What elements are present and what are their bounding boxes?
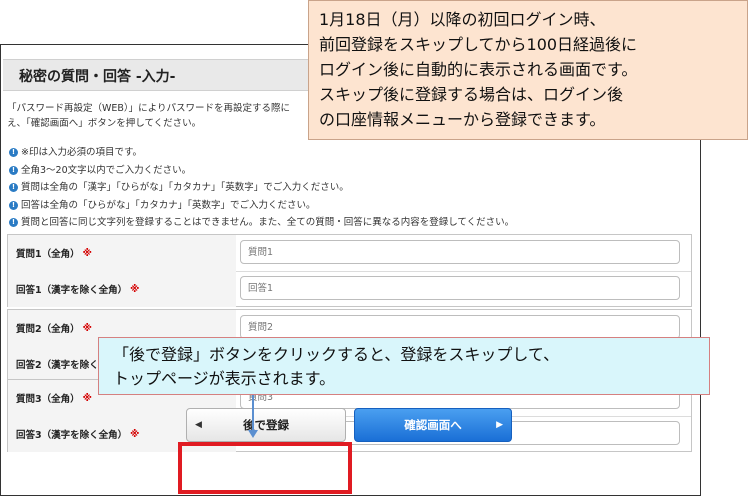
note-text: 質問は全角の「漢字」「ひらがな」「カタカナ」「英数字」でご入力ください。	[21, 182, 349, 193]
note-item: ! 全角3～20文字以内でご入力ください。	[9, 162, 514, 180]
question-1-label-text: 質問1（全角）	[16, 249, 80, 260]
triangle-right-icon: ▶	[496, 420, 503, 430]
required-mark: ※	[130, 428, 140, 440]
triangle-left-icon: ◀	[195, 420, 202, 430]
confirm-screen-button[interactable]: 確認画面へ ▶	[354, 408, 512, 442]
answer-1-label: 回答1（漢字を除く全角） ※	[8, 271, 236, 307]
info-circle-icon: !	[9, 183, 18, 193]
required-mark: ※	[130, 283, 140, 295]
intro-line-1: 「パスワード再設定（WEB）」によりパスワードを再設定する際に	[7, 103, 290, 114]
note-text: ※印は入力必須の項目です。	[21, 147, 143, 158]
answer-3-label-text: 回答3（漢字を除く全角）	[16, 430, 128, 441]
register-later-button[interactable]: ◀ 後で登録	[186, 408, 346, 442]
callout-top: 1月18日（月）以降の初回ログイン時、 前回登録をスキップしてから100日経過後…	[308, 0, 748, 140]
highlight-box	[178, 442, 352, 494]
note-item: ! 質問は全角の「漢字」「ひらがな」「カタカナ」「英数字」でご入力ください。	[9, 179, 514, 197]
answer-row-1: 回答1（漢字を除く全角） ※	[8, 271, 691, 307]
intro-line-2: え、「確認画面へ」ボタンを押してください。	[7, 118, 202, 129]
question-row-1: 質問1（全角） ※	[8, 235, 691, 272]
info-circle-icon: !	[9, 200, 18, 210]
answer-1-label-text: 回答1（漢字を除く全角）	[16, 285, 128, 296]
required-mark: ※	[82, 322, 92, 334]
note-item: ! 回答は全角の「ひらがな」「カタカナ」「英数字」でご入力ください。	[9, 197, 514, 215]
answer-1-input[interactable]	[240, 276, 680, 300]
notes-list: ! ※印は入力必須の項目です。 ! 全角3～20文字以内でご入力ください。 ! 質問は…	[9, 144, 514, 232]
note-text: 質問と回答に同じ文字列を登録することはできません。また、全ての質問・回答に異なる…	[21, 217, 515, 228]
required-mark: ※	[82, 247, 92, 259]
question-group-1: 質問1（全角）※ 回答1（漢字を除く全角）※	[7, 234, 692, 307]
page-title: 秘密の質問・回答 -入力-	[19, 69, 176, 85]
callout-arrow-line	[252, 395, 254, 433]
info-circle-icon: !	[9, 218, 18, 228]
intro-text: 「パスワード再設定（WEB）」によりパスワードを再設定する際に え、「確認画面へ…	[7, 101, 290, 131]
question-1-label: 質問1（全角） ※	[8, 235, 236, 271]
note-text: 全角3～20文字以内でご入力ください。	[21, 164, 192, 176]
question-2-input[interactable]	[240, 315, 680, 339]
info-circle-icon: !	[9, 165, 18, 175]
info-circle-icon: !	[9, 148, 18, 158]
required-mark: ※	[82, 392, 92, 404]
question-2-label-text: 質問2（全角）	[16, 324, 80, 335]
note-text: 回答は全角の「ひらがな」「カタカナ」「英数字」でご入力ください。	[21, 199, 316, 211]
note-item: ! ※印は入力必須の項目です。	[9, 144, 514, 162]
question-1-input[interactable]	[240, 240, 680, 264]
question-3-label-text: 質問3（全角）	[16, 394, 80, 405]
callout-arrow-head	[248, 430, 258, 438]
note-item: ! 質問と回答に同じ文字列を登録することはできません。また、全ての質問・回答に異な…	[9, 214, 514, 232]
callout-middle: 「後で登録」ボタンをクリックすると、登録をスキップして、 トップページが表示され…	[98, 337, 710, 395]
confirm-screen-label: 確認画面へ	[404, 418, 462, 432]
